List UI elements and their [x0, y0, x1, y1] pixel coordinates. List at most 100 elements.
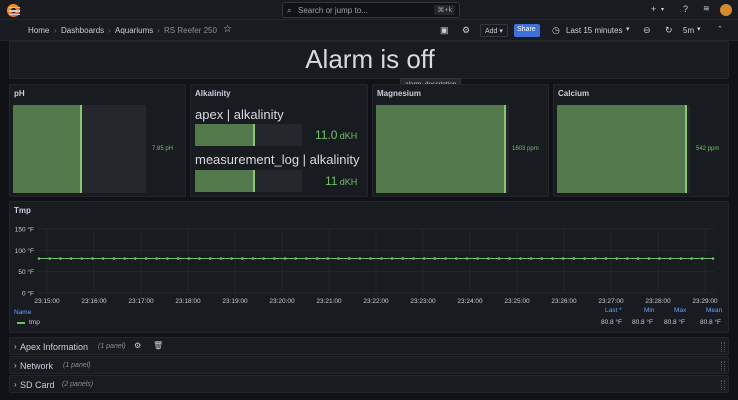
settings-icon[interactable]: ⚙	[462, 25, 470, 36]
alkalinity-panel[interactable]: Alkalinity apex | alkalinity 11.0 dKH me…	[190, 84, 368, 197]
x-tick-label: 23:27:00	[598, 298, 624, 305]
y-tick-label: 150 °F	[15, 226, 34, 234]
data-point	[112, 257, 116, 260]
data-point	[358, 257, 362, 260]
breadcrumb-home[interactable]: Home	[28, 26, 49, 35]
search-shortcut: ⌘+k	[434, 5, 455, 15]
data-point	[326, 257, 330, 260]
y-tick-label: 0 °F	[22, 290, 34, 298]
news-icon[interactable]: ≋	[703, 4, 710, 13]
data-point	[240, 257, 244, 260]
x-tick-label: 23:21:00	[316, 298, 342, 305]
time-range-picker[interactable]: Last 15 minutes	[566, 26, 622, 35]
row-title: Network	[20, 361, 54, 371]
save-icon[interactable]: ▣	[440, 25, 449, 36]
add-button-label: Add	[485, 28, 498, 35]
data-point	[262, 257, 265, 260]
row-network[interactable]: › Network (1 panel)	[9, 356, 729, 374]
y-tick-label: 50 °F	[18, 268, 34, 276]
magnesium-panel[interactable]: Magnesium 1603 ppm	[372, 84, 549, 197]
x-tick-label: 23:20:00	[269, 298, 295, 305]
star-icon[interactable]: ☆	[223, 24, 232, 35]
data-point	[679, 257, 683, 260]
data-point	[390, 257, 394, 260]
chevron-down-icon[interactable]: ▾	[697, 25, 701, 33]
legend-header-min[interactable]: Min	[644, 307, 654, 314]
alarm-status-text: Alarm is off	[305, 44, 435, 74]
chevron-right-icon: ›	[14, 361, 17, 370]
share-button-label: Share	[517, 26, 536, 33]
menu-icon[interactable]	[9, 7, 20, 15]
row-sd-card[interactable]: › SD Card (2 panels)	[9, 375, 729, 393]
drag-handle-icon[interactable]	[721, 361, 725, 371]
clock-icon: ◷	[552, 25, 560, 35]
gauge-track	[195, 124, 302, 146]
gauge-track	[195, 170, 302, 192]
gauge-bar	[557, 105, 688, 193]
drag-handle-icon[interactable]	[721, 342, 725, 352]
gauge-unit: dKH	[339, 177, 358, 187]
ph-panel[interactable]: pH 7.85 pH	[9, 84, 186, 197]
data-point	[59, 257, 62, 260]
x-tick-label: 23:24:00	[457, 298, 483, 305]
gauge-track	[13, 105, 146, 193]
breadcrumb-folder[interactable]: Aquariums	[115, 26, 153, 35]
legend-header-mean[interactable]: Mean	[706, 307, 722, 314]
data-point	[91, 257, 94, 260]
gauge-value: 11	[325, 174, 338, 188]
refresh-icon[interactable]: ↻	[665, 25, 673, 36]
data-point	[294, 257, 298, 260]
chevron-right-icon: ›	[14, 342, 17, 351]
data-point	[315, 257, 319, 260]
plus-icon[interactable]: +	[651, 4, 656, 14]
row-panel-count: (1 panel)	[98, 343, 126, 350]
row-apex-information[interactable]: › Apex Information (1 panel) ⚙ 🗑	[9, 337, 729, 355]
collapse-icon[interactable]: ⌃	[717, 25, 723, 33]
search-input[interactable]: ⌕ Search or jump to... ⌘+k	[282, 2, 460, 18]
add-button[interactable]: Add ▾	[480, 24, 508, 37]
refresh-interval-picker[interactable]: 5m	[683, 26, 694, 35]
data-point	[497, 257, 501, 260]
tmp-chart: 150 °F 100 °F 50 °F 0 °F23:15:00 23:16:00 23:…	[15, 226, 718, 306]
data-point	[433, 257, 437, 260]
chevron-down-icon[interactable]: ▾	[661, 6, 664, 13]
data-point	[380, 257, 383, 260]
data-point	[594, 257, 597, 260]
data-point	[37, 257, 41, 260]
avatar[interactable]	[720, 4, 732, 16]
gauge-unit: dKH	[339, 131, 358, 141]
data-point	[187, 257, 191, 260]
drag-handle-icon[interactable]	[721, 380, 725, 390]
zoom-out-icon[interactable]: ⊖	[643, 25, 651, 36]
data-point	[711, 257, 715, 260]
gauge-value-group: 11 dKH	[325, 174, 357, 188]
tmp-panel[interactable]: Tmp 150 °F 100 °F 50 °F 0 °F 23:15:00 23:16:0…	[9, 201, 729, 333]
legend-series-name[interactable]: tmp	[29, 319, 40, 326]
breadcrumb-dashboards[interactable]: Dashboards	[61, 26, 104, 35]
settings-icon[interactable]: ⚙	[134, 341, 141, 350]
help-icon[interactable]: ?	[683, 4, 688, 14]
data-point	[144, 257, 148, 260]
panel-title: Alkalinity	[195, 89, 231, 98]
data-point	[604, 257, 608, 260]
gauge-value: 11.0	[315, 128, 338, 142]
data-point	[219, 257, 223, 260]
data-point	[508, 257, 512, 260]
x-tick-label: 23:19:00	[222, 298, 248, 305]
data-point	[101, 257, 105, 260]
legend-header-max[interactable]: Max	[674, 307, 686, 314]
legend-header-last[interactable]: Last *	[605, 307, 622, 314]
gauge-track	[557, 105, 690, 193]
panel-title: Magnesium	[377, 89, 422, 98]
share-button[interactable]: Share	[514, 24, 540, 37]
x-tick-label: 23:26:00	[551, 298, 577, 305]
chevron-down-icon[interactable]: ▾	[626, 25, 630, 33]
breadcrumb-separator: ›	[157, 26, 160, 35]
calcium-panel[interactable]: Calcium 542 ppm	[553, 84, 729, 197]
data-point	[48, 257, 51, 260]
data-point	[701, 257, 704, 260]
row-title: SD Card	[20, 380, 55, 390]
data-point	[690, 257, 693, 260]
trash-icon[interactable]: 🗑	[153, 341, 163, 350]
breadcrumb-current: RS Reefer 250	[164, 26, 217, 35]
